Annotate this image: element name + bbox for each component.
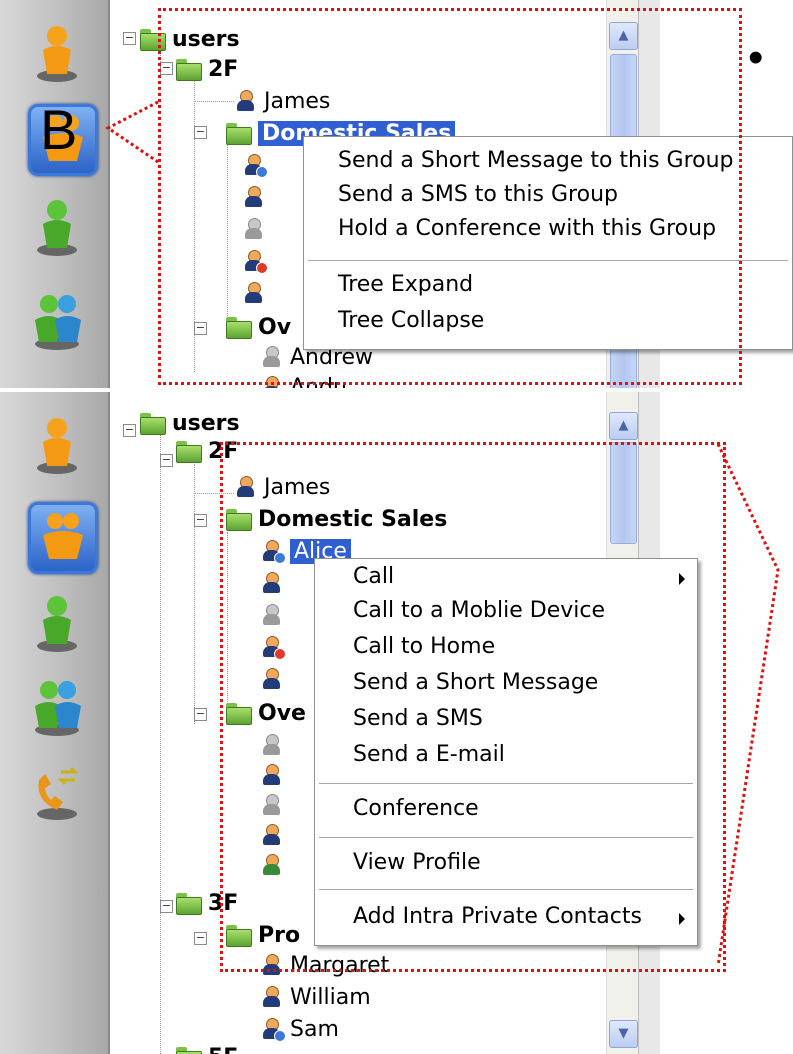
user-icon	[260, 1017, 286, 1042]
collapse-toggle[interactable]: −	[194, 514, 207, 527]
sidebar	[0, 0, 110, 388]
tree-node-users[interactable]: users	[140, 408, 240, 438]
annotation-callout-lines	[105, 100, 159, 164]
person-green-icon[interactable]	[27, 196, 87, 258]
tree-label: users	[172, 410, 240, 436]
collapse-toggle[interactable]: −	[123, 32, 136, 45]
folder-icon	[176, 1047, 202, 1054]
group-blue-icon[interactable]	[27, 676, 87, 738]
annotation-callout-letter: B	[40, 98, 78, 161]
tree-node-sam[interactable]: Sam	[260, 1014, 339, 1044]
person-green-icon[interactable]	[27, 592, 87, 654]
collapse-toggle[interactable]: −	[194, 708, 207, 721]
scroll-down-icon[interactable]: ▼	[609, 1020, 638, 1048]
user-icon	[260, 985, 284, 1009]
annotation-bullet: •	[748, 33, 764, 82]
scroll-up-icon[interactable]: ▲	[609, 412, 638, 440]
folder-icon	[176, 441, 202, 463]
tree-label: William	[290, 984, 371, 1010]
collapse-toggle[interactable]: −	[123, 424, 136, 437]
annotation-highlight-box	[158, 8, 742, 385]
collapse-toggle[interactable]: −	[194, 932, 207, 945]
person-orange-icon[interactable]	[27, 22, 87, 84]
collapse-toggle[interactable]: −	[160, 900, 173, 913]
collapse-toggle[interactable]: −	[160, 454, 173, 467]
folder-icon	[140, 413, 166, 435]
tree-node-william[interactable]: William	[260, 982, 371, 1012]
phone-transfer-icon[interactable]	[27, 760, 87, 822]
tree-label: 5F	[208, 1045, 238, 1054]
tree-node-next-floor[interactable]: 5F	[176, 1042, 238, 1054]
group-blue-icon[interactable]	[27, 290, 87, 352]
person-orange-icon[interactable]	[27, 414, 87, 476]
group-icon[interactable]	[28, 502, 98, 574]
annotation-highlight-box	[220, 442, 726, 972]
annotation-callout-lines	[716, 443, 780, 967]
folder-icon	[176, 893, 202, 915]
sidebar	[0, 392, 110, 1054]
tree-label: Sam	[290, 1016, 339, 1042]
